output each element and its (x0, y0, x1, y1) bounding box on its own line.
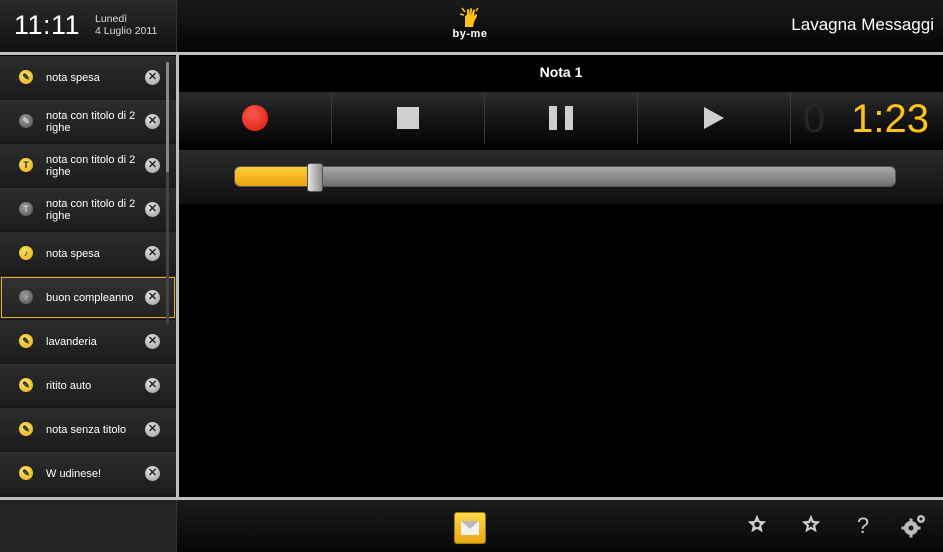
delete-icon[interactable]: ✕ (145, 422, 160, 437)
app-title: Lavagna Messaggi (791, 15, 934, 34)
list-item-label: nota con titolo di 2 righe (46, 109, 136, 134)
delete-icon[interactable]: ✕ (145, 158, 160, 173)
play-icon (704, 107, 724, 129)
pencil-icon: ✎ (19, 466, 33, 480)
list-item-label: lavanderia (46, 335, 97, 348)
progress-fill (235, 167, 314, 186)
list-item[interactable]: ✎ nota senza titolo ✕ (0, 408, 176, 451)
list-item[interactable]: Tnota con titolo di 2 righe ✕ (0, 188, 176, 231)
pause-button[interactable] (485, 92, 638, 144)
pencil-icon: ✎ (19, 70, 33, 84)
list-item[interactable]: ✎ W udinese! ✕ (0, 452, 176, 495)
stop-button[interactable] (332, 92, 485, 144)
delete-icon[interactable]: ✕ (145, 246, 160, 261)
list-item-label: nota senza titolo (46, 423, 127, 436)
list-item-label: buon compleanno (46, 291, 134, 304)
pencil-icon: ✎ (19, 334, 33, 348)
list-item-label: W udinese! (46, 467, 102, 480)
pencil-icon: ✎ (19, 422, 33, 436)
progress-area (179, 150, 943, 204)
note-player: Nota 1 0 1:23 (179, 56, 943, 497)
star-filled-icon[interactable] (744, 513, 770, 539)
record-button[interactable] (179, 92, 332, 144)
hand-logo-icon (459, 7, 479, 27)
text-icon: T (19, 158, 33, 172)
stop-icon (397, 107, 419, 129)
help-icon[interactable]: ? (850, 513, 876, 539)
top-divider (0, 52, 943, 55)
clock-full-date: 4 Luglio 2011 (95, 25, 158, 37)
counter-ghost-digit: 0 (803, 97, 826, 141)
audio-icon: ♪ (19, 290, 33, 304)
note-title: Nota 1 (539, 64, 583, 80)
logo-text: by-me (452, 28, 488, 40)
delete-icon[interactable]: ✕ (145, 202, 160, 217)
list-item-label: nota spesa (46, 71, 100, 84)
list-item[interactable]: ✎ lavanderia ✕ (0, 320, 176, 363)
counter-time: 1:23 (851, 97, 929, 141)
list-item[interactable]: Tnota con titolo di 2 righe ✕ (0, 144, 176, 187)
delete-icon[interactable]: ✕ (145, 378, 160, 393)
delete-icon[interactable]: ✕ (145, 70, 160, 85)
list-item[interactable]: ✎ ritito auto ✕ (0, 364, 176, 407)
pencil-icon: ✎ (19, 378, 33, 392)
clock-time: 11:11 (14, 10, 81, 40)
clock-date: Lunedì 4 Luglio 2011 (95, 13, 157, 37)
bottom-left-panel (0, 500, 177, 552)
list-item[interactable]: ♪ buon compleanno ✕ (0, 276, 176, 319)
pencil-icon: ✎ (19, 114, 33, 128)
settings-icon[interactable] (901, 513, 927, 539)
delete-icon[interactable]: ✕ (145, 290, 160, 305)
delete-icon[interactable]: ✕ (145, 466, 160, 481)
player-controls: 0 1:23 (179, 92, 943, 144)
list-item-label: ritito auto (46, 379, 92, 392)
list-item[interactable]: ✎ nota spesa ✕ (0, 56, 176, 99)
list-item[interactable]: ✎ nota con titolo di 2 righe ✕ (0, 100, 176, 143)
notes-list[interactable]: ✎ nota spesa ✕ ✎ nota con titolo di 2 righe ✕… (0, 56, 176, 497)
byme-logo: by-me (440, 6, 500, 46)
record-icon (242, 105, 268, 131)
bottom-bar: ? (0, 500, 943, 552)
delete-icon[interactable]: ✕ (145, 334, 160, 349)
top-bar: 11:11 Lunedì 4 Luglio 2011 by-me Lavagna… (0, 0, 943, 52)
text-icon: T (19, 202, 33, 216)
list-item[interactable]: ♪ nota spesa ✕ (0, 232, 176, 275)
clock-widget: 11:11 Lunedì 4 Luglio 2011 (0, 0, 177, 52)
clock-day: Lunedì (95, 13, 128, 25)
list-item-label: nota con titolo di 2 righe (46, 197, 136, 222)
play-button[interactable] (638, 92, 791, 144)
delete-icon[interactable]: ✕ (145, 114, 160, 129)
audio-icon: ♪ (19, 246, 33, 260)
list-item-label: nota spesa (46, 247, 100, 260)
star-outline-icon[interactable] (798, 513, 824, 539)
time-counter: 0 1:23 (791, 92, 943, 144)
envelope-icon (461, 521, 479, 535)
progress-track[interactable] (234, 163, 896, 192)
scrollbar-thumb[interactable] (166, 62, 169, 172)
messages-button[interactable] (454, 512, 486, 544)
list-item-label: nota con titolo di 2 righe (46, 153, 136, 178)
pause-icon (549, 106, 573, 130)
progress-handle[interactable] (307, 163, 323, 192)
